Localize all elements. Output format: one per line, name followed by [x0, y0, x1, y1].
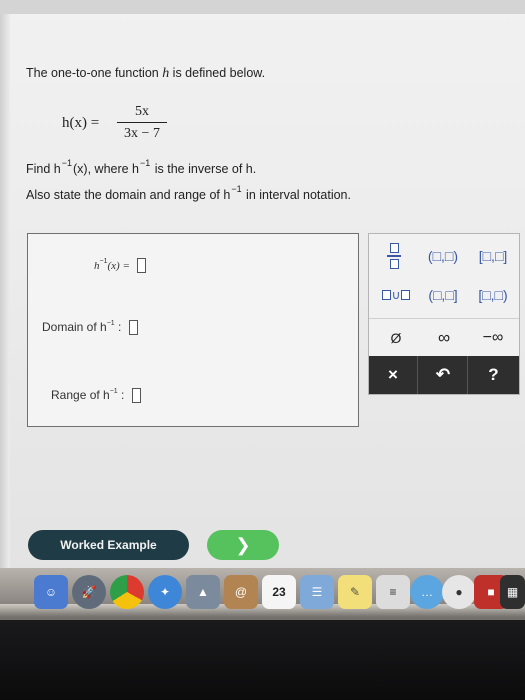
find-instruction: Find h−1(x), where h−1 is the inverse of…	[26, 158, 257, 176]
trash-icon[interactable]: ▦	[500, 575, 525, 609]
launchpad-icon[interactable]: 🚀	[72, 575, 106, 609]
safari-icon[interactable]: ✦	[148, 575, 182, 609]
next-button[interactable]: ❯	[207, 530, 279, 560]
left-open-interval-button[interactable]: (□,□]	[419, 282, 467, 308]
range-answer-row: Range of h−1 :	[51, 388, 141, 404]
answer-box: h−1(x) = Domain of h−1 : Range of h−1 :	[27, 233, 359, 427]
palette-action-row: × ↶ ?	[369, 356, 519, 394]
laptop-bezel	[0, 620, 525, 700]
problem-intro: The one-to-one function h is defined bel…	[26, 66, 266, 81]
palette-divider	[369, 318, 519, 319]
contacts-icon[interactable]: @	[224, 575, 258, 609]
inverse-input-box[interactable]	[137, 258, 147, 274]
undo-button[interactable]: ↶	[419, 356, 468, 394]
fraction-button[interactable]	[379, 240, 409, 272]
range-input-box[interactable]	[131, 388, 141, 404]
notes-icon[interactable]: ✎	[338, 575, 372, 609]
chrome-icon[interactable]	[110, 575, 144, 609]
inverse-answer-row: h−1(x) =	[94, 258, 147, 274]
function-definition: h(x) = 5x 3x − 7	[62, 102, 202, 146]
reminders-icon[interactable]: ☰	[300, 575, 334, 609]
messages-icon[interactable]: …	[410, 575, 444, 609]
open-interval-button[interactable]: (□,□)	[419, 242, 467, 270]
calendar-icon[interactable]: 23	[262, 575, 296, 609]
fraction-icon	[387, 243, 401, 269]
preview-icon[interactable]: ▲	[186, 575, 220, 609]
function-fraction: 5x 3x − 7	[117, 102, 167, 143]
textedit-icon[interactable]: ≡	[376, 575, 410, 609]
union-button[interactable]: ∪	[373, 282, 419, 308]
infinity-button[interactable]: ∞	[421, 324, 467, 352]
fraction-bar	[117, 122, 167, 123]
worked-example-button[interactable]: Worked Example	[28, 530, 189, 560]
domain-answer-row: Domain of h−1 :	[42, 320, 138, 336]
photo-booth-icon[interactable]: ●	[442, 575, 476, 609]
browser-screen: The one-to-one function h is defined bel…	[0, 0, 525, 575]
closed-interval-button[interactable]: [□,□]	[469, 242, 517, 270]
function-lhs: h(x) =	[62, 115, 100, 131]
right-open-interval-button[interactable]: [□,□)	[469, 282, 517, 308]
domain-range-instruction: Also state the domain and range of h−1 i…	[26, 184, 351, 202]
negative-infinity-button[interactable]: −∞	[469, 324, 517, 352]
domain-input-box[interactable]	[128, 320, 138, 336]
math-palette: (□,□) [□,□] ∪ (□,□] [□,□) Ø ∞ −∞ × ↶ ?	[368, 233, 520, 395]
fraction-numerator: 5x	[135, 104, 149, 119]
empty-set-button[interactable]: Ø	[373, 324, 419, 352]
clear-button[interactable]: ×	[369, 356, 418, 394]
help-button[interactable]: ?	[469, 356, 518, 394]
finder-icon[interactable]: ☺	[34, 575, 68, 609]
fraction-denominator: 3x − 7	[124, 126, 160, 141]
